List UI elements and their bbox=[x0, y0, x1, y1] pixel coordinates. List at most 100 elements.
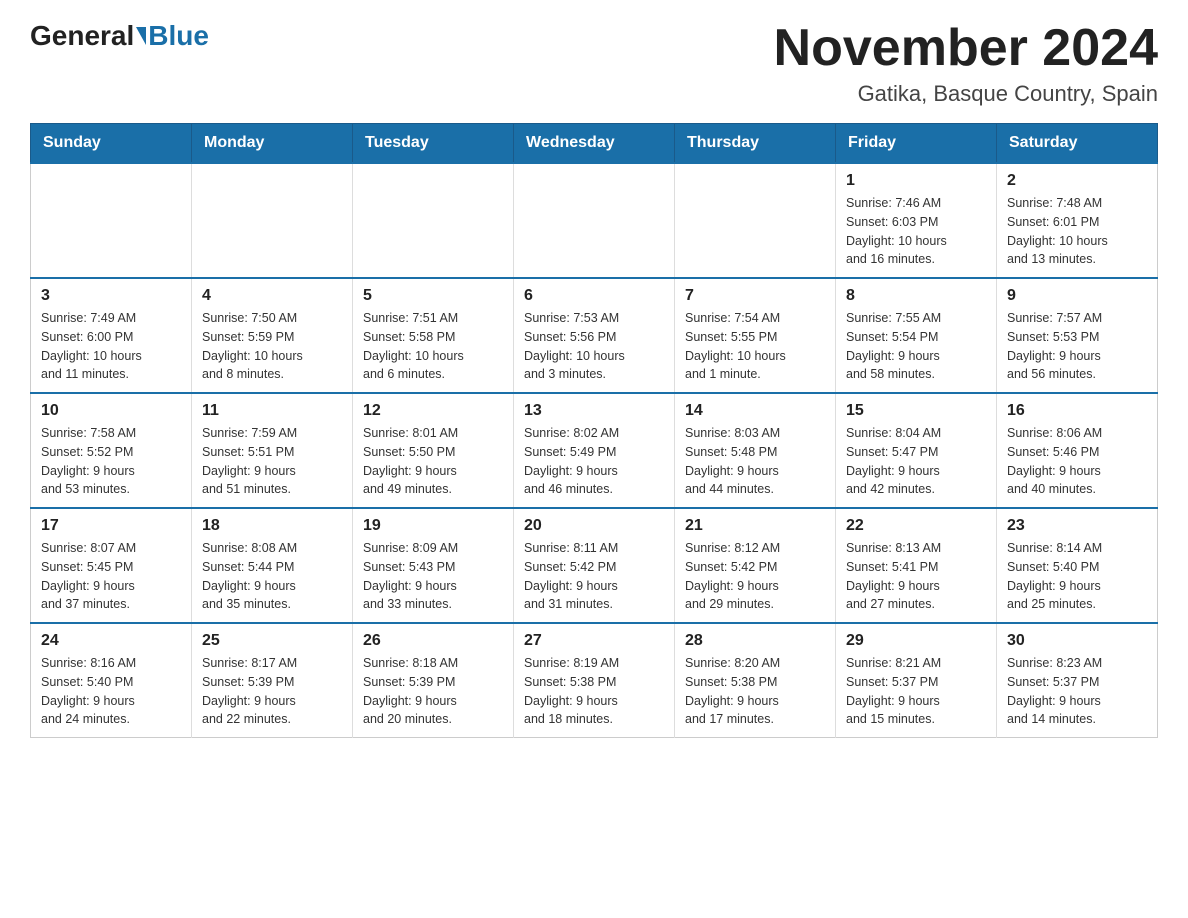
day-info: Sunrise: 8:08 AM Sunset: 5:44 PM Dayligh… bbox=[202, 539, 342, 614]
day-info: Sunrise: 7:46 AM Sunset: 6:03 PM Dayligh… bbox=[846, 194, 986, 269]
calendar-cell: 20 Sunrise: 8:11 AM Sunset: 5:42 PM Dayli… bbox=[514, 508, 675, 623]
calendar-cell: 1 Sunrise: 7:46 AM Sunset: 6:03 PM Daylig… bbox=[836, 163, 997, 278]
day-number: 25 bbox=[202, 632, 342, 650]
day-number: 21 bbox=[685, 517, 825, 535]
calendar-header-row: SundayMondayTuesdayWednesdayThursdayFrid… bbox=[31, 124, 1158, 164]
calendar-header-wednesday: Wednesday bbox=[514, 124, 675, 164]
calendar-cell bbox=[192, 163, 353, 278]
day-info: Sunrise: 8:09 AM Sunset: 5:43 PM Dayligh… bbox=[363, 539, 503, 614]
day-info: Sunrise: 8:06 AM Sunset: 5:46 PM Dayligh… bbox=[1007, 424, 1147, 499]
day-number: 11 bbox=[202, 402, 342, 420]
day-info: Sunrise: 7:53 AM Sunset: 5:56 PM Dayligh… bbox=[524, 309, 664, 384]
logo-triangle-icon bbox=[136, 27, 146, 45]
calendar-cell: 22Sunrise: 8:13 AM Sunset: 5:41 PM Dayli… bbox=[836, 508, 997, 623]
day-info: Sunrise: 7:54 AM Sunset: 5:55 PM Dayligh… bbox=[685, 309, 825, 384]
calendar-cell: 25 Sunrise: 8:17 AM Sunset: 5:39 PM Dayli… bbox=[192, 623, 353, 738]
calendar-week-row: 3Sunrise: 7:49 AM Sunset: 6:00 PM Daylig… bbox=[31, 278, 1158, 393]
day-number: 14 bbox=[685, 402, 825, 420]
day-number: 1 bbox=[846, 172, 986, 190]
calendar-cell: 26 Sunrise: 8:18 AM Sunset: 5:39 PM Dayli… bbox=[353, 623, 514, 738]
day-info: Sunrise: 8:07 AM Sunset: 5:45 PM Dayligh… bbox=[41, 539, 181, 614]
calendar-cell: 21Sunrise: 8:12 AM Sunset: 5:42 PM Dayli… bbox=[675, 508, 836, 623]
calendar-cell: 3Sunrise: 7:49 AM Sunset: 6:00 PM Daylig… bbox=[31, 278, 192, 393]
day-number: 28 bbox=[685, 632, 825, 650]
day-number: 13 bbox=[524, 402, 664, 420]
calendar-header-saturday: Saturday bbox=[997, 124, 1158, 164]
calendar-header-sunday: Sunday bbox=[31, 124, 192, 164]
day-info: Sunrise: 8:03 AM Sunset: 5:48 PM Dayligh… bbox=[685, 424, 825, 499]
day-number: 6 bbox=[524, 287, 664, 305]
day-info: Sunrise: 8:20 AM Sunset: 5:38 PM Dayligh… bbox=[685, 654, 825, 729]
calendar-cell: 30Sunrise: 8:23 AM Sunset: 5:37 PM Dayli… bbox=[997, 623, 1158, 738]
calendar-week-row: 1 Sunrise: 7:46 AM Sunset: 6:03 PM Daylig… bbox=[31, 163, 1158, 278]
page-title: November 2024 bbox=[774, 20, 1158, 77]
day-number: 23 bbox=[1007, 517, 1147, 535]
calendar-cell: 29 Sunrise: 8:21 AM Sunset: 5:37 PM Dayli… bbox=[836, 623, 997, 738]
logo-general-text: General bbox=[30, 20, 134, 52]
calendar-cell: 5Sunrise: 7:51 AM Sunset: 5:58 PM Daylig… bbox=[353, 278, 514, 393]
calendar-cell: 10Sunrise: 7:58 AM Sunset: 5:52 PM Dayli… bbox=[31, 393, 192, 508]
calendar-header-friday: Friday bbox=[836, 124, 997, 164]
calendar-cell: 12Sunrise: 8:01 AM Sunset: 5:50 PM Dayli… bbox=[353, 393, 514, 508]
day-info: Sunrise: 8:14 AM Sunset: 5:40 PM Dayligh… bbox=[1007, 539, 1147, 614]
calendar-cell bbox=[31, 163, 192, 278]
calendar-cell bbox=[353, 163, 514, 278]
calendar-header-tuesday: Tuesday bbox=[353, 124, 514, 164]
day-info: Sunrise: 7:50 AM Sunset: 5:59 PM Dayligh… bbox=[202, 309, 342, 384]
day-info: Sunrise: 7:48 AM Sunset: 6:01 PM Dayligh… bbox=[1007, 194, 1147, 269]
day-info: Sunrise: 8:21 AM Sunset: 5:37 PM Dayligh… bbox=[846, 654, 986, 729]
day-number: 20 bbox=[524, 517, 664, 535]
calendar-cell bbox=[675, 163, 836, 278]
page-subtitle: Gatika, Basque Country, Spain bbox=[774, 81, 1158, 107]
calendar-cell: 28 Sunrise: 8:20 AM Sunset: 5:38 PM Dayli… bbox=[675, 623, 836, 738]
title-block: November 2024 Gatika, Basque Country, Sp… bbox=[774, 20, 1158, 107]
calendar-cell: 7Sunrise: 7:54 AM Sunset: 5:55 PM Daylig… bbox=[675, 278, 836, 393]
day-info: Sunrise: 8:23 AM Sunset: 5:37 PM Dayligh… bbox=[1007, 654, 1147, 729]
calendar-cell: 15Sunrise: 8:04 AM Sunset: 5:47 PM Dayli… bbox=[836, 393, 997, 508]
day-number: 5 bbox=[363, 287, 503, 305]
calendar-cell: 11 Sunrise: 7:59 AM Sunset: 5:51 PM Dayli… bbox=[192, 393, 353, 508]
day-number: 18 bbox=[202, 517, 342, 535]
calendar-cell: 9Sunrise: 7:57 AM Sunset: 5:53 PM Daylig… bbox=[997, 278, 1158, 393]
day-number: 12 bbox=[363, 402, 503, 420]
calendar-cell: 18 Sunrise: 8:08 AM Sunset: 5:44 PM Dayli… bbox=[192, 508, 353, 623]
day-info: Sunrise: 7:55 AM Sunset: 5:54 PM Dayligh… bbox=[846, 309, 986, 384]
calendar-header-thursday: Thursday bbox=[675, 124, 836, 164]
calendar-cell: 19 Sunrise: 8:09 AM Sunset: 5:43 PM Dayli… bbox=[353, 508, 514, 623]
calendar-cell: 8 Sunrise: 7:55 AM Sunset: 5:54 PM Daylig… bbox=[836, 278, 997, 393]
logo-blue-text: Blue bbox=[148, 20, 209, 52]
calendar-cell: 27Sunrise: 8:19 AM Sunset: 5:38 PM Dayli… bbox=[514, 623, 675, 738]
calendar-cell: 14 Sunrise: 8:03 AM Sunset: 5:48 PM Dayli… bbox=[675, 393, 836, 508]
calendar-cell: 23 Sunrise: 8:14 AM Sunset: 5:40 PM Dayli… bbox=[997, 508, 1158, 623]
calendar-table: SundayMondayTuesdayWednesdayThursdayFrid… bbox=[30, 123, 1158, 738]
calendar-cell bbox=[514, 163, 675, 278]
day-info: Sunrise: 8:18 AM Sunset: 5:39 PM Dayligh… bbox=[363, 654, 503, 729]
day-info: Sunrise: 7:49 AM Sunset: 6:00 PM Dayligh… bbox=[41, 309, 181, 384]
day-number: 8 bbox=[846, 287, 986, 305]
calendar-header-monday: Monday bbox=[192, 124, 353, 164]
calendar-cell: 16 Sunrise: 8:06 AM Sunset: 5:46 PM Dayli… bbox=[997, 393, 1158, 508]
day-number: 19 bbox=[363, 517, 503, 535]
day-info: Sunrise: 7:59 AM Sunset: 5:51 PM Dayligh… bbox=[202, 424, 342, 499]
day-number: 2 bbox=[1007, 172, 1147, 190]
day-number: 4 bbox=[202, 287, 342, 305]
calendar-week-row: 24Sunrise: 8:16 AM Sunset: 5:40 PM Dayli… bbox=[31, 623, 1158, 738]
day-info: Sunrise: 8:02 AM Sunset: 5:49 PM Dayligh… bbox=[524, 424, 664, 499]
day-info: Sunrise: 8:19 AM Sunset: 5:38 PM Dayligh… bbox=[524, 654, 664, 729]
calendar-week-row: 17 Sunrise: 8:07 AM Sunset: 5:45 PM Dayli… bbox=[31, 508, 1158, 623]
day-number: 22 bbox=[846, 517, 986, 535]
calendar-cell: 17 Sunrise: 8:07 AM Sunset: 5:45 PM Dayli… bbox=[31, 508, 192, 623]
calendar-cell: 6 Sunrise: 7:53 AM Sunset: 5:56 PM Daylig… bbox=[514, 278, 675, 393]
calendar-week-row: 10Sunrise: 7:58 AM Sunset: 5:52 PM Dayli… bbox=[31, 393, 1158, 508]
logo: General Blue bbox=[30, 20, 209, 52]
day-number: 17 bbox=[41, 517, 181, 535]
day-info: Sunrise: 8:17 AM Sunset: 5:39 PM Dayligh… bbox=[202, 654, 342, 729]
calendar-cell: 2 Sunrise: 7:48 AM Sunset: 6:01 PM Daylig… bbox=[997, 163, 1158, 278]
day-number: 29 bbox=[846, 632, 986, 650]
day-info: Sunrise: 7:57 AM Sunset: 5:53 PM Dayligh… bbox=[1007, 309, 1147, 384]
day-number: 16 bbox=[1007, 402, 1147, 420]
day-number: 24 bbox=[41, 632, 181, 650]
day-info: Sunrise: 8:11 AM Sunset: 5:42 PM Dayligh… bbox=[524, 539, 664, 614]
day-number: 26 bbox=[363, 632, 503, 650]
day-number: 15 bbox=[846, 402, 986, 420]
